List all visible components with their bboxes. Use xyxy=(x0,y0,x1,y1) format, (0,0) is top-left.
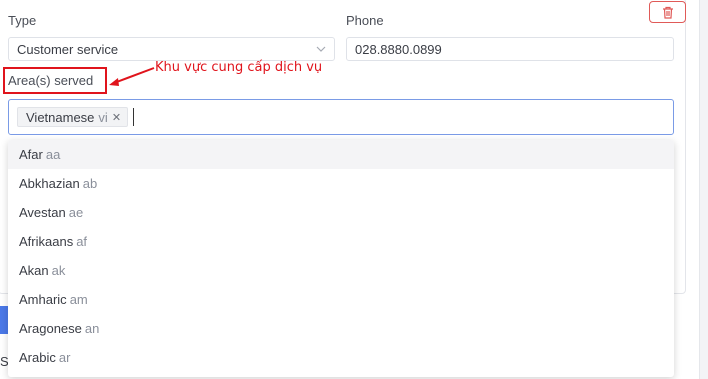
delete-button[interactable] xyxy=(649,1,686,23)
option-name: Aragonese xyxy=(19,321,82,336)
areas-served-input[interactable]: Vietnamese vi ✕ xyxy=(8,99,674,135)
dropdown-option[interactable]: Afar aa xyxy=(8,140,674,169)
dropdown-option[interactable]: Avestan ae xyxy=(8,198,674,227)
option-name: Afar xyxy=(19,147,43,162)
option-name: Afrikaans xyxy=(19,234,74,249)
dropdown-option[interactable]: Arabic ar xyxy=(8,343,674,372)
option-code: aa xyxy=(45,147,61,162)
dropdown-option[interactable]: Akan ak xyxy=(8,256,674,285)
text-caret xyxy=(133,108,134,126)
option-code: af xyxy=(76,234,88,249)
option-name: Amharic xyxy=(19,292,67,307)
close-icon[interactable]: ✕ xyxy=(112,111,121,124)
dropdown-option[interactable]: Afrikaans af xyxy=(8,227,674,256)
option-code: ab xyxy=(82,176,98,191)
dropdown-option[interactable]: Aragonese an xyxy=(8,314,674,343)
language-dropdown: Afar aa Abkhazian ab Avestan ae Afrikaans af… xyxy=(8,140,674,377)
tag-code: vi xyxy=(98,109,108,125)
type-select-value: Customer service xyxy=(17,42,119,57)
selected-tag-vietnamese: Vietnamese vi ✕ xyxy=(17,107,129,127)
option-name: Arabic xyxy=(19,350,56,365)
option-code: ak xyxy=(51,263,66,278)
option-code: ar xyxy=(58,350,71,365)
chevron-down-icon xyxy=(316,46,326,52)
option-name: Akan xyxy=(19,263,49,278)
type-label: Type xyxy=(8,13,37,28)
annotation-text: Khu vực cung cấp dịch vụ xyxy=(155,60,323,75)
annotation-highlight-box xyxy=(3,67,107,94)
option-name: Avestan xyxy=(19,205,66,220)
option-code: an xyxy=(84,321,100,336)
option-code: am xyxy=(69,292,88,307)
tag-name: Vietnamese xyxy=(26,109,95,125)
phone-label: Phone xyxy=(346,13,384,28)
option-name: Abkhazian xyxy=(19,176,80,191)
phone-input[interactable]: 028.8880.0899 xyxy=(346,37,674,61)
annotation-arrow-icon xyxy=(109,67,155,86)
type-select[interactable]: Customer service xyxy=(8,37,335,61)
trash-icon xyxy=(662,6,673,19)
page-scroll-gutter xyxy=(699,0,708,379)
option-code: ae xyxy=(68,205,84,220)
dropdown-option[interactable]: Amharic am xyxy=(8,285,674,314)
dropdown-option[interactable]: Abkhazian ab xyxy=(8,169,674,198)
